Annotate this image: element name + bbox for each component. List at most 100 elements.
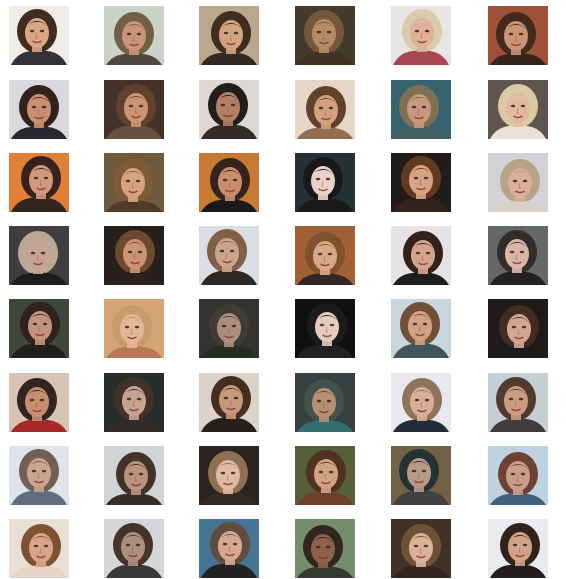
face-tile [295,80,355,139]
face-tile [9,373,69,432]
face-image [104,80,164,139]
face-tile [104,80,164,139]
face-image [295,373,355,432]
face-image [488,80,548,139]
face-image [9,153,69,212]
overlay [104,373,164,432]
overlay [9,80,69,139]
face-image [295,80,355,139]
overlay [295,519,355,578]
face-tile [199,80,259,139]
face-image [488,6,548,65]
overlay [488,6,548,65]
face-tile [104,226,164,285]
face-image [199,226,259,285]
face-tile [488,6,548,65]
face-image [488,519,548,578]
face-sample-grid [0,0,566,579]
overlay [391,80,451,139]
overlay [488,299,548,358]
overlay [488,153,548,212]
face-image [391,519,451,578]
face-image [104,519,164,578]
overlay [391,6,451,65]
face-image [199,519,259,578]
face-tile [199,226,259,285]
face-tile [9,519,69,578]
overlay [199,519,259,578]
face-tile [488,519,548,578]
overlay [391,373,451,432]
face-tile [295,519,355,578]
face-tile [199,299,259,358]
face-tile [295,299,355,358]
face-tile [199,373,259,432]
face-image [488,373,548,432]
face-image [295,226,355,285]
overlay [199,153,259,212]
overlay [488,373,548,432]
overlay [104,226,164,285]
face-image [391,446,451,505]
overlay [199,6,259,65]
face-image [9,373,69,432]
face-image [295,446,355,505]
face-image [9,226,69,285]
overlay [391,153,451,212]
overlay [391,446,451,505]
face-image [104,226,164,285]
face-tile [295,226,355,285]
face-image [295,299,355,358]
face-image [488,153,548,212]
face-image [199,446,259,505]
overlay [488,446,548,505]
face-image [199,80,259,139]
face-image [9,6,69,65]
overlay [199,226,259,285]
face-tile [295,446,355,505]
face-image [104,299,164,358]
overlay [488,519,548,578]
face-tile [199,446,259,505]
face-image [199,299,259,358]
face-tile [9,226,69,285]
face-tile [391,226,451,285]
overlay [9,6,69,65]
overlay [9,373,69,432]
overlay [295,299,355,358]
overlay [295,446,355,505]
face-image [9,80,69,139]
face-tile [104,373,164,432]
face-tile [391,519,451,578]
face-tile [295,6,355,65]
face-image [9,446,69,505]
overlay [104,446,164,505]
face-tile [9,80,69,139]
overlay [104,299,164,358]
face-image [295,6,355,65]
overlay [391,519,451,578]
overlay [9,446,69,505]
face-tile [295,153,355,212]
face-image [488,226,548,285]
face-image [391,226,451,285]
face-image [199,153,259,212]
face-image [199,6,259,65]
overlay [199,299,259,358]
face-tile [488,153,548,212]
face-tile [391,373,451,432]
face-tile [391,446,451,505]
face-tile [9,446,69,505]
overlay [295,373,355,432]
overlay [391,226,451,285]
overlay [488,80,548,139]
face-tile [295,373,355,432]
face-tile [391,6,451,65]
overlay [391,299,451,358]
face-tile [391,153,451,212]
face-tile [9,153,69,212]
overlay [9,153,69,212]
face-tile [9,299,69,358]
face-image [295,519,355,578]
overlay [104,6,164,65]
